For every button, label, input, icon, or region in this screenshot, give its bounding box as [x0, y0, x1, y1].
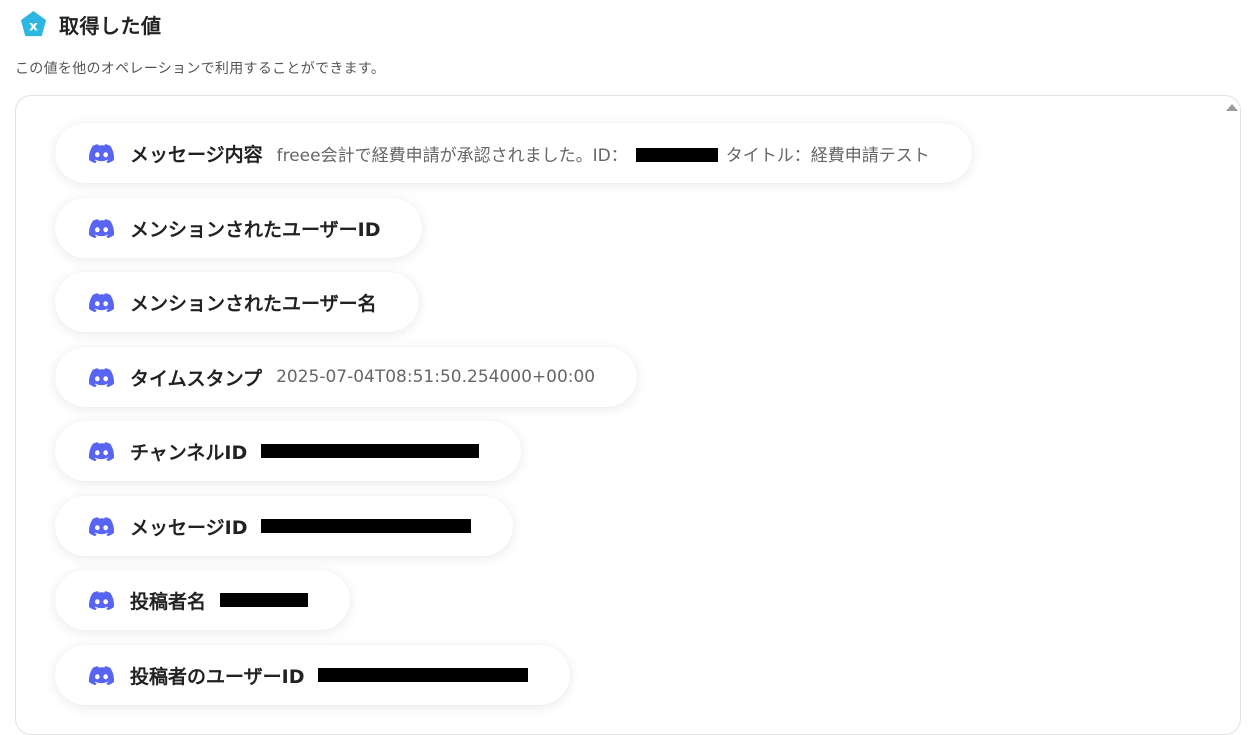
- scroll-up-icon[interactable]: [1226, 104, 1238, 111]
- discord-icon: [89, 292, 114, 312]
- redacted-block: [261, 519, 472, 533]
- svg-text:x: x: [29, 18, 38, 34]
- redacted-block: [318, 668, 529, 682]
- discord-icon: [89, 665, 114, 685]
- value-chip-message-id[interactable]: メッセージID: [55, 496, 514, 556]
- redacted-block: [261, 444, 480, 458]
- item-value: 2025-07-04T08:51:50.254000+00:00: [276, 367, 596, 387]
- item-value-suffix: タイトル：経費申請テスト: [725, 145, 930, 166]
- item-label: チャンネルID: [130, 441, 248, 464]
- value-chip-timestamp[interactable]: タイムスタンプ 2025-07-04T08:51:50.254000+00:00: [55, 347, 638, 407]
- item-label: メンションされたユーザー名: [130, 292, 377, 315]
- discord-icon: [89, 218, 114, 238]
- discord-icon: [89, 143, 114, 163]
- value-chip-mentioned-user-name[interactable]: メンションされたユーザー名: [55, 272, 419, 332]
- discord-icon: [89, 590, 114, 610]
- values-panel[interactable]: メッセージ内容 freee会計で経費申請が承認されました。ID： タイトル：経費申…: [15, 95, 1241, 735]
- redacted-block: [635, 147, 718, 162]
- discord-icon: [89, 516, 114, 536]
- discord-icon: [89, 441, 114, 461]
- item-label: メッセージ内容: [130, 143, 263, 166]
- value-chip-mentioned-user-id[interactable]: メンションされたユーザーID: [55, 198, 423, 258]
- value-chip-channel-id[interactable]: チャンネルID: [55, 421, 522, 481]
- item-label: メッセージID: [130, 516, 248, 539]
- redacted-block: [220, 593, 309, 607]
- discord-icon: [89, 367, 114, 387]
- value-chip-author-user-id[interactable]: 投稿者のユーザーID: [55, 645, 571, 705]
- item-label: メンションされたユーザーID: [130, 218, 381, 241]
- item-label: 投稿者名: [130, 590, 207, 613]
- yoom-logo-icon: x: [20, 10, 47, 36]
- section-description: この値を他のオペレーションで利用することができます。: [15, 61, 386, 77]
- item-label: タイムスタンプ: [130, 367, 263, 390]
- value-chip-author-name[interactable]: 投稿者名: [55, 570, 351, 630]
- item-value-prefix: freee会計で経費申請が承認されました。ID：: [276, 145, 628, 166]
- section-title: 取得した値: [59, 13, 162, 38]
- section-header: x 取得した値: [18, 8, 162, 40]
- item-value: freee会計で経費申請が承認されました。ID： タイトル：経費申請テスト: [277, 141, 930, 166]
- value-chip-message-content[interactable]: メッセージ内容 freee会計で経費申請が承認されました。ID： タイトル：経費申…: [55, 123, 972, 183]
- item-label: 投稿者のユーザーID: [130, 665, 305, 688]
